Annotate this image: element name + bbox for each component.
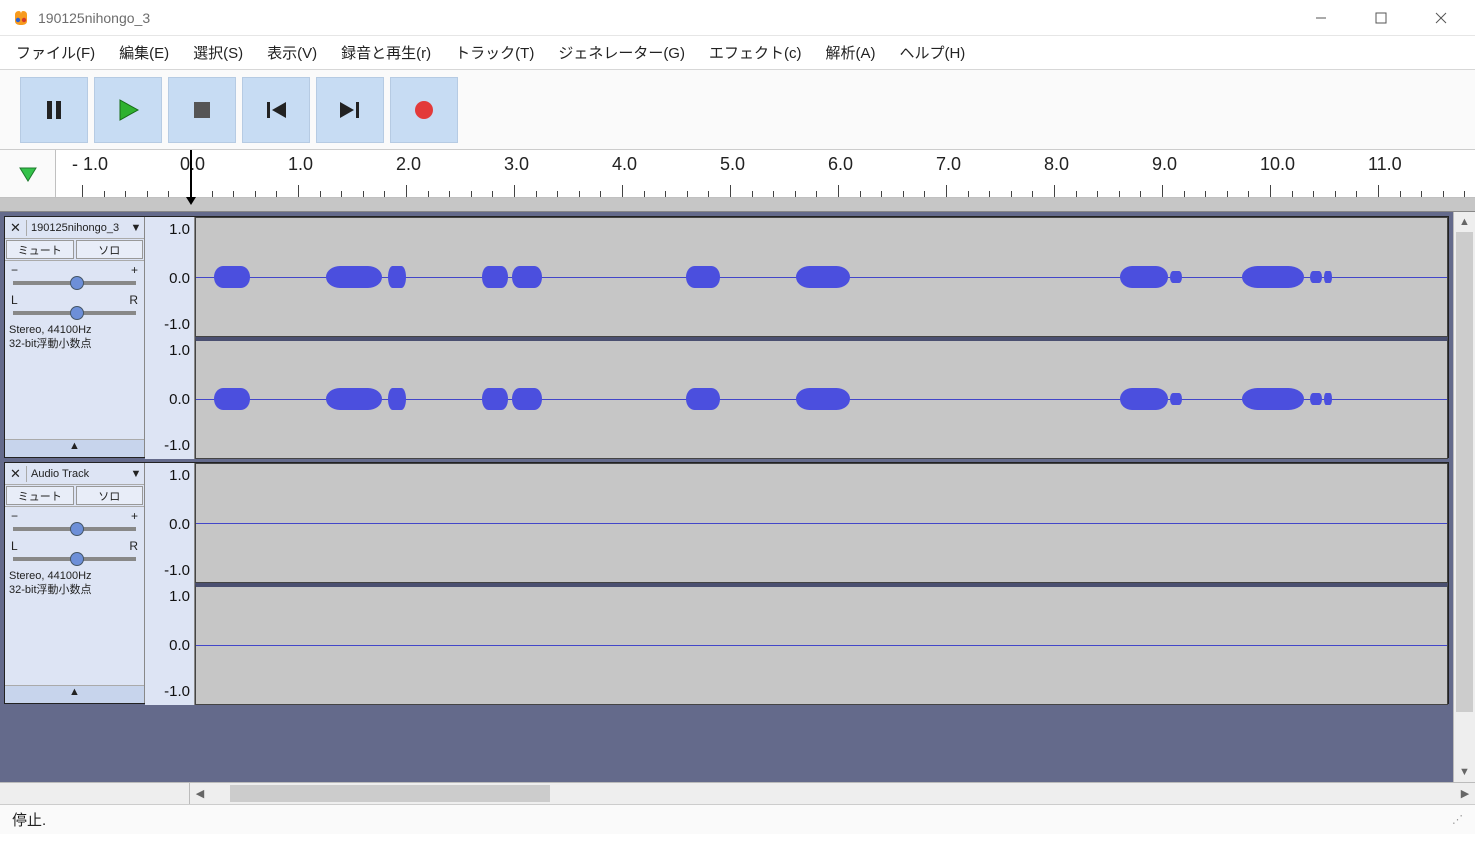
solo-button[interactable]: ソロ xyxy=(76,486,144,505)
menu-view[interactable]: 表示(V) xyxy=(255,36,329,69)
scroll-left-icon[interactable]: ◀ xyxy=(190,783,210,804)
amplitude-tick: 1.0 xyxy=(169,342,190,359)
amplitude-tick: 0.0 xyxy=(169,637,190,654)
amplitude-tick: 1.0 xyxy=(169,588,190,605)
hscroll-spacer xyxy=(0,783,190,804)
menu-bar: ファイル(F) 編集(E) 選択(S) 表示(V) 録音と再生(r) トラック(… xyxy=(0,36,1475,70)
window-title: 190125nihongo_3 xyxy=(38,10,1291,26)
amplitude-tick: -1.0 xyxy=(164,562,190,579)
amplitude-tick: -1.0 xyxy=(164,316,190,333)
amplitude-ruler: 1.0 0.0 -1.0 1.0 0.0 -1.0 xyxy=(145,217,195,459)
ruler-tick-label: 11.0 xyxy=(1368,154,1402,175)
status-bar: 停止. ⋰ xyxy=(0,804,1475,834)
skip-end-button[interactable] xyxy=(316,77,384,143)
ruler-tick-label: 7.0 xyxy=(936,154,961,175)
maximize-button[interactable] xyxy=(1351,0,1411,36)
amplitude-tick: 1.0 xyxy=(169,221,190,238)
timeline-ruler[interactable]: - 1.0 0.0 1.0 2.0 3.0 4.0 5.0 6.0 7.0 8.0 9.0 10.0 1… xyxy=(56,150,1475,197)
app-icon xyxy=(12,9,30,27)
ruler-tick-label: 10.0 xyxy=(1260,154,1295,175)
track-format-info: Stereo, 44100Hz32-bit浮動小数点 xyxy=(5,321,144,353)
ruler-tick-label: 3.0 xyxy=(504,154,529,175)
scroll-right-icon[interactable]: ▶ xyxy=(1455,783,1475,804)
status-text: 停止. xyxy=(12,809,46,830)
waveform-area[interactable] xyxy=(195,217,1448,459)
track-menu-button[interactable]: ▼ xyxy=(128,468,144,480)
waveform-channel[interactable] xyxy=(195,337,1448,460)
amplitude-tick: 0.0 xyxy=(169,391,190,408)
track-collapse-button[interactable]: ▲ xyxy=(5,685,144,703)
skip-start-button[interactable] xyxy=(242,77,310,143)
scroll-down-icon[interactable]: ▼ xyxy=(1454,762,1475,782)
horizontal-scrollbar[interactable]: ◀ ▶ xyxy=(0,782,1475,804)
track-name[interactable]: Audio Track xyxy=(27,468,128,480)
menu-edit[interactable]: 編集(E) xyxy=(107,36,181,69)
playhead-cursor[interactable] xyxy=(190,150,192,197)
amplitude-tick: 0.0 xyxy=(169,516,190,533)
amplitude-ruler: 1.0 0.0 -1.0 1.0 0.0 -1.0 xyxy=(145,463,195,705)
resize-grip-icon[interactable]: ⋰ xyxy=(1452,813,1463,826)
timeline-ruler-row: - 1.0 0.0 1.0 2.0 3.0 4.0 5.0 6.0 7.0 8.0 9.0 10.0 1… xyxy=(0,150,1475,198)
gain-slider[interactable]: −+ xyxy=(5,507,144,537)
track-menu-button[interactable]: ▼ xyxy=(128,222,144,234)
vertical-scroll-thumb[interactable] xyxy=(1456,232,1473,712)
amplitude-tick: 1.0 xyxy=(169,467,190,484)
play-button[interactable] xyxy=(94,77,162,143)
ruler-tick-label: 6.0 xyxy=(828,154,853,175)
gain-slider[interactable]: −+ xyxy=(5,261,144,291)
menu-generate[interactable]: ジェネレーター(G) xyxy=(546,36,697,69)
mute-button[interactable]: ミュート xyxy=(6,486,74,505)
waveform-area[interactable] xyxy=(195,463,1448,705)
ruler-tick-label: - 1.0 xyxy=(72,154,108,175)
ruler-tick-label: 1.0 xyxy=(288,154,313,175)
track-close-button[interactable]: ✕ xyxy=(5,220,27,236)
amplitude-tick: -1.0 xyxy=(164,683,190,700)
menu-file[interactable]: ファイル(F) xyxy=(4,36,107,69)
scroll-up-icon[interactable]: ▲ xyxy=(1454,212,1475,232)
ruler-tick-label: 9.0 xyxy=(1152,154,1177,175)
ruler-tick-label: 2.0 xyxy=(396,154,421,175)
menu-help[interactable]: ヘルプ(H) xyxy=(887,36,977,69)
ruler-tick-label: 4.0 xyxy=(612,154,637,175)
ruler-tick-label: 0.0 xyxy=(180,154,205,175)
vertical-scrollbar[interactable]: ▲ ▼ xyxy=(1453,212,1475,782)
menu-tracks[interactable]: トラック(T) xyxy=(443,36,546,69)
amplitude-tick: -1.0 xyxy=(164,437,190,454)
menu-analyze[interactable]: 解析(A) xyxy=(813,36,887,69)
mute-button[interactable]: ミュート xyxy=(6,240,74,259)
record-button[interactable] xyxy=(390,77,458,143)
pan-slider[interactable]: LR xyxy=(5,291,144,321)
track-format-info: Stereo, 44100Hz32-bit浮動小数点 xyxy=(5,567,144,599)
stop-button[interactable] xyxy=(168,77,236,143)
ruler-tick-label: 5.0 xyxy=(720,154,745,175)
ruler-tick-label: 8.0 xyxy=(1044,154,1069,175)
waveform-channel[interactable] xyxy=(195,217,1448,337)
pause-button[interactable] xyxy=(20,77,88,143)
minimize-button[interactable] xyxy=(1291,0,1351,36)
track-control-panel: ✕190125nihongo_3▼ ミュートソロ −+LRStereo, 44100… xyxy=(5,217,145,457)
solo-button[interactable]: ソロ xyxy=(76,240,144,259)
track-name[interactable]: 190125nihongo_3 xyxy=(27,222,128,234)
timeline-pin-button[interactable] xyxy=(0,150,56,197)
menu-transport[interactable]: 録音と再生(r) xyxy=(329,36,443,69)
horizontal-scroll-thumb[interactable] xyxy=(230,785,550,802)
track: ✕190125nihongo_3▼ ミュートソロ −+LRStereo, 44100… xyxy=(4,216,1449,458)
ruler-bottom-strip xyxy=(0,198,1475,212)
title-bar: 190125nihongo_3 xyxy=(0,0,1475,36)
track-collapse-button[interactable]: ▲ xyxy=(5,439,144,457)
waveform-channel[interactable] xyxy=(195,583,1448,706)
tracks-area: ✕190125nihongo_3▼ミュートソロ−+LRStereo, 44100… xyxy=(0,212,1475,782)
pan-slider[interactable]: LR xyxy=(5,537,144,567)
amplitude-tick: 0.0 xyxy=(169,270,190,287)
track-close-button[interactable]: ✕ xyxy=(5,466,27,482)
menu-select[interactable]: 選択(S) xyxy=(181,36,255,69)
track-control-panel: ✕Audio Track▼ ミュートソロ −+LRStereo, 44100Hz32… xyxy=(5,463,145,703)
transport-toolbar xyxy=(0,70,1475,150)
close-button[interactable] xyxy=(1411,0,1471,36)
waveform-channel[interactable] xyxy=(195,463,1448,583)
menu-effect[interactable]: エフェクト(c) xyxy=(697,36,814,69)
track: ✕Audio Track▼ ミュートソロ −+LRStereo, 44100Hz32… xyxy=(4,462,1449,704)
